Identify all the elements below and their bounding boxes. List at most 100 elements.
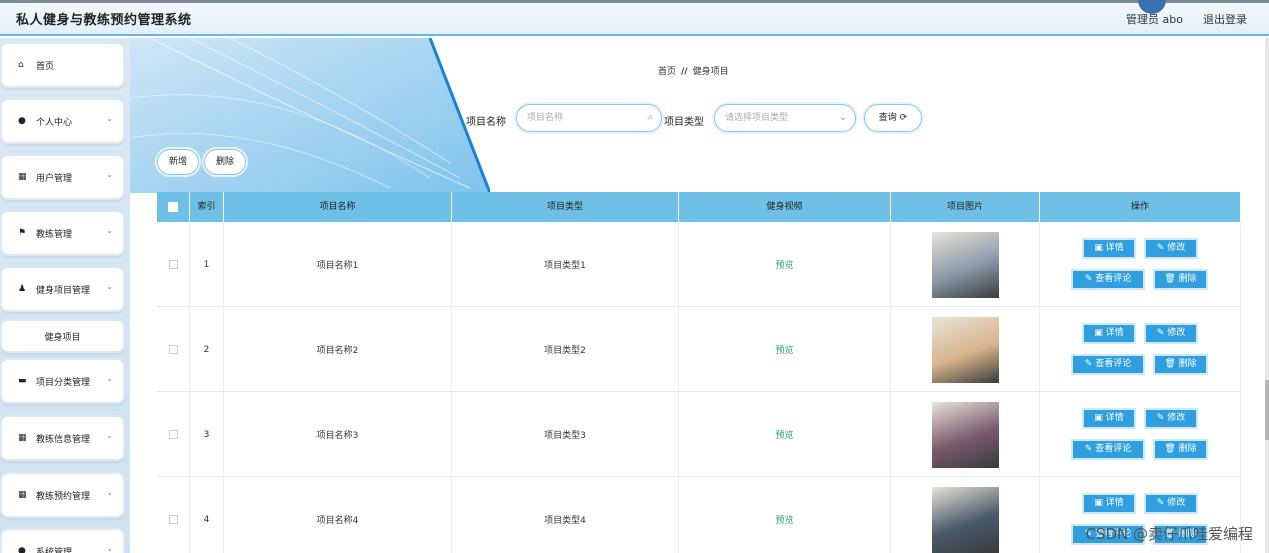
video-cell: 预览 [679, 392, 891, 477]
sidebar-item-label: 健身项目管理 [36, 285, 91, 296]
table-header: 索引 项目名称 项目类型 健身视频 项目图片 操作 [157, 192, 1241, 222]
operations-cell: ▣ 详情 ✎ 修改 ✎ 查看评论 🗑 删除 [1040, 222, 1241, 307]
type-select[interactable]: 请选择项目类型 ⌄ [714, 104, 856, 132]
row-select-cell [157, 392, 190, 477]
video-preview-link[interactable]: 预览 [775, 258, 793, 271]
query-button[interactable]: 查询 ⟳ [864, 104, 922, 132]
app-title: 私人健身与教练预约管理系统 [16, 13, 192, 28]
sidebar-item-label: 用户管理 [36, 173, 73, 184]
logout-link[interactable]: 退出登录 [1203, 11, 1247, 27]
name-cell: 项目名称1 [224, 222, 452, 307]
sidebar-item[interactable]: ⚑ 教练管理 ⌄ [2, 212, 123, 254]
chevron-down-icon: ⌄ [106, 114, 113, 123]
add-button[interactable]: 新增 [157, 149, 199, 175]
video-cell: 预览 [679, 222, 891, 307]
breadcrumb-separator: // [681, 67, 688, 77]
name-cell: 项目名称4 [224, 477, 452, 553]
type-select-placeholder: 请选择项目类型 [725, 113, 789, 123]
select-all-checkbox[interactable] [168, 201, 178, 212]
video-preview-link[interactable]: 预览 [775, 513, 793, 526]
column-header: 项目图片 [891, 192, 1040, 222]
image-cell [891, 307, 1040, 392]
edit-button[interactable]: ✎ 修改 [1144, 238, 1198, 259]
sidebar-item[interactable]: ▦ 教练信息管理 ⌄ [2, 417, 123, 459]
index-cell: 4 [190, 477, 224, 553]
breadcrumb-home[interactable]: 首页 [658, 67, 676, 77]
scrollbar-thumb[interactable] [1265, 380, 1269, 440]
sidebar-item-label: 个人中心 [36, 117, 73, 128]
flag-icon: ⚑ [18, 228, 27, 238]
sidebar-item-label: 教练信息管理 [36, 434, 91, 445]
sidebar-item-label: 教练预约管理 [36, 491, 91, 502]
column-header: 操作 [1040, 192, 1241, 222]
sidebar: ⌂ 首页 ● 个人中心 ⌄ ▦ 用户管理 ⌄ ⚑ 教练管理 ⌄ ♟ 健身项目管理 ⌄ 健身项目 ▬ 项目分类管理… [0, 38, 130, 553]
grid-icon: ▦ [18, 433, 27, 443]
row-checkbox[interactable] [168, 260, 178, 269]
row-select-cell [157, 307, 190, 392]
column-header: 索引 [190, 192, 224, 222]
top-strip [0, 0, 1269, 3]
type-search-label: 项目类型 [664, 117, 704, 128]
person-icon: ● [18, 546, 26, 553]
grid-icon: ▦ [18, 172, 27, 182]
image-cell [891, 477, 1040, 553]
detail-button[interactable]: ▣ 详情 [1082, 408, 1136, 429]
sidebar-item[interactable]: ⌂ 首页 [2, 44, 123, 86]
video-cell: 预览 [679, 307, 891, 392]
detail-button[interactable]: ▣ 详情 [1082, 238, 1136, 259]
sidebar-item-label: 健身项目 [44, 332, 81, 343]
view-reviews-button[interactable]: ✎ 查看评论 [1071, 269, 1145, 290]
table-row: 1 项目名称1 项目类型1 预览 ▣ 详情 ✎ 修改 ✎ 查看评论 🗑 删除 [157, 222, 1241, 307]
chevron-down-icon: ⌄ [106, 226, 113, 235]
name-search-label: 项目名称 [466, 117, 506, 128]
delete-button[interactable]: 🗑 删除 [1153, 269, 1208, 290]
edit-button[interactable]: ✎ 修改 [1144, 493, 1198, 514]
sidebar-item-label: 系统管理 [36, 547, 73, 553]
watermark: CSDN @卖仔爪哇爱编程 [1085, 525, 1253, 543]
name-search-input[interactable]: 项目名称 ⌕ [516, 104, 662, 132]
sidebar-item[interactable]: ● 个人中心 ⌄ [2, 100, 123, 142]
sidebar-item[interactable]: ● 系统管理 ⌄ [2, 530, 123, 553]
table-row: 4 项目名称4 项目类型4 预览 ▣ 详情 ✎ 修改 ✎ 查看评论 🗑 删除 [157, 477, 1241, 553]
top-header: 私人健身与教练预约管理系统 管理员 abo 退出登录 [0, 0, 1269, 36]
search-icon: ⌕ [647, 112, 653, 123]
sidebar-item[interactable]: 健身项目 [2, 321, 123, 351]
breadcrumb: 首页 // 健身项目 [658, 64, 729, 77]
person-icon: ● [18, 116, 26, 126]
video-preview-link[interactable]: 预览 [775, 343, 793, 356]
delete-button[interactable]: 🗑 删除 [1153, 354, 1208, 375]
main-content: 首页 // 健身项目 项目名称 项目名称 ⌕ 项目类型 请选择项目类型 ⌄ 查询 ⟳… [130, 38, 1269, 553]
image-cell [891, 392, 1040, 477]
sidebar-item[interactable]: ♟ 健身项目管理 ⌄ [2, 268, 123, 310]
view-reviews-button[interactable]: ✎ 查看评论 [1071, 354, 1145, 375]
table-row: 3 项目名称3 项目类型3 预览 ▣ 详情 ✎ 修改 ✎ 查看评论 🗑 删除 [157, 392, 1241, 477]
type-cell: 项目类型3 [452, 392, 679, 477]
sidebar-item[interactable]: ▦ 教练预约管理 ⌄ [2, 474, 123, 516]
row-select-cell [157, 477, 190, 553]
row-select-cell [157, 222, 190, 307]
sidebar-item[interactable]: ▦ 用户管理 ⌄ [2, 156, 123, 198]
scrollbar-track[interactable] [1265, 38, 1269, 553]
edit-button[interactable]: ✎ 修改 [1144, 408, 1198, 429]
edit-button[interactable]: ✎ 修改 [1144, 323, 1198, 344]
row-checkbox[interactable] [168, 515, 178, 524]
video-preview-link[interactable]: 预览 [775, 428, 793, 441]
view-reviews-button[interactable]: ✎ 查看评论 [1071, 439, 1145, 460]
operations-cell: ▣ 详情 ✎ 修改 ✎ 查看评论 🗑 删除 [1040, 392, 1241, 477]
detail-button[interactable]: ▣ 详情 [1082, 323, 1136, 344]
row-checkbox[interactable] [168, 345, 178, 354]
column-header[interactable] [157, 192, 190, 222]
row-checkbox[interactable] [168, 430, 178, 439]
type-cell: 项目类型4 [452, 477, 679, 553]
batch-delete-button[interactable]: 删除 [204, 149, 246, 175]
project-image [931, 231, 999, 298]
detail-button[interactable]: ▣ 详情 [1082, 493, 1136, 514]
table-row: 2 项目名称2 项目类型2 预览 ▣ 详情 ✎ 修改 ✎ 查看评论 🗑 删除 [157, 307, 1241, 392]
delete-button[interactable]: 🗑 删除 [1153, 439, 1208, 460]
sidebar-item-label: 教练管理 [36, 229, 73, 240]
index-cell: 2 [190, 307, 224, 392]
sidebar-item[interactable]: ▬ 项目分类管理 ⌄ [2, 360, 123, 402]
home-icon: ⌂ [18, 60, 24, 70]
chevron-down-icon: ⌄ [106, 374, 113, 383]
operations-cell: ▣ 详情 ✎ 修改 ✎ 查看评论 🗑 删除 [1040, 307, 1241, 392]
